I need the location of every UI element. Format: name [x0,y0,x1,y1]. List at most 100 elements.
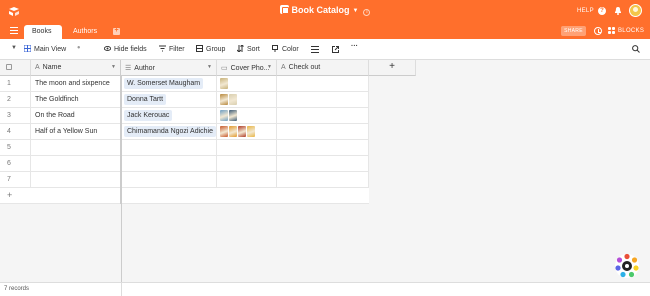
cell-check-out[interactable] [277,124,369,140]
cell-check-out[interactable] [277,156,369,172]
cell-check-out[interactable] [277,140,369,156]
cell-author[interactable]: Donna Tartt [121,92,217,108]
base-icon [279,5,289,14]
table-row[interactable]: 5 [0,140,369,156]
table-row[interactable]: 6 [0,156,369,172]
cell-check-out[interactable] [277,76,369,92]
chevron-down-icon[interactable]: ▼ [267,64,272,70]
linked-record-chip[interactable]: W. Somerset Maugham [124,78,204,89]
table-row[interactable]: 7 [0,172,369,188]
cell-cover-photo[interactable] [217,140,277,156]
column-header-check-out[interactable]: A Check out [277,60,369,76]
linked-record-chip[interactable]: Chimamanda Ngozi Adichie [124,126,216,137]
cell-cover-photo[interactable] [217,124,277,140]
row-height-icon[interactable] [311,46,319,53]
history-icon[interactable] [594,27,602,35]
table-row[interactable]: 2 The Goldfinch Donna Tartt [0,92,369,108]
column-header-author[interactable]: ☰ Author ▼ [121,60,217,76]
linked-record-chip[interactable]: Jack Kerouac [124,110,173,121]
column-header-cover-photo[interactable]: ▭ Cover Pho... ▼ [217,60,277,76]
cell-author[interactable] [121,140,217,156]
filter-button[interactable]: Filter [159,45,185,53]
add-row-button[interactable]: + [0,188,369,204]
cover-thumbnail[interactable] [229,94,237,105]
chevron-down-icon[interactable]: ▼ [353,8,359,14]
cell-name[interactable] [31,140,121,156]
cell-check-out[interactable] [277,92,369,108]
status-bar: 7 records [0,282,650,296]
cover-thumbnail[interactable] [238,126,246,137]
cell-cover-photo[interactable] [217,92,277,108]
cell-cover-photo[interactable] [217,76,277,92]
cell-name[interactable] [31,172,121,188]
row-number: 5 [0,140,31,156]
select-all-header[interactable] [0,60,31,76]
cover-thumbnail[interactable] [229,126,237,137]
bell-icon[interactable] [614,6,622,15]
table-row[interactable]: 1 The moon and sixpence W. Somerset Maugha… [0,76,369,92]
cell-name[interactable]: Half of a Yellow Sun [31,124,121,140]
cell-author[interactable]: Chimamanda Ngozi Adichie [121,124,217,140]
tab-authors[interactable]: Authors [65,25,111,39]
more-options-button[interactable]: ··· [351,43,358,50]
share-button[interactable]: SHARE [561,26,586,36]
cover-thumbnail[interactable] [220,94,228,105]
cell-name[interactable]: On the Road [31,108,121,124]
cell-cover-photo[interactable] [217,172,277,188]
group-button[interactable]: Group [196,45,225,53]
blocks-icon[interactable] [608,27,616,35]
cell-author[interactable] [121,172,217,188]
cell-author[interactable] [121,156,217,172]
cell-author[interactable]: W. Somerset Maugham [121,76,217,92]
cover-thumbnail[interactable] [220,78,228,89]
table-row[interactable]: 4 Half of a Yellow Sun Chimamanda Ngozi Ad… [0,124,369,140]
add-table-button[interactable]: + [113,27,120,35]
cell-cover-photo[interactable] [217,108,277,124]
base-title-area[interactable]: Book Catalog ▼ i [0,5,650,16]
base-title[interactable]: Book Catalog [292,5,350,15]
cell-name[interactable]: The Goldfinch [31,92,121,108]
cell-cover-photo[interactable] [217,156,277,172]
blocks-button[interactable]: BLOCKS [618,28,644,34]
hide-fields-button[interactable]: Hide fields [104,45,147,53]
avatar[interactable] [629,4,642,17]
chevron-down-icon[interactable]: ▼ [207,64,212,70]
cell-check-out[interactable] [277,108,369,124]
menu-icon[interactable] [10,27,18,34]
record-count: 7 records [4,286,30,292]
row-number: 4 [0,124,31,140]
table-row[interactable]: 3 On the Road Jack Kerouac [0,108,369,124]
cell-check-out[interactable] [277,172,369,188]
view-switcher[interactable]: Main View [24,45,66,53]
share-view-icon[interactable] [332,46,339,53]
sort-button[interactable]: Sort [237,45,260,53]
help-icon[interactable]: ? [598,7,606,15]
tab-books[interactable]: Books [24,25,62,39]
cover-thumbnail[interactable] [229,110,237,121]
search-icon[interactable] [632,45,640,53]
checkbox-icon[interactable] [6,64,12,70]
color-button[interactable]: Color [272,45,299,53]
cover-thumbnail[interactable] [220,110,228,121]
help-widget-icon[interactable] [614,253,640,279]
help-link[interactable]: HELP [577,8,594,14]
cover-thumbnail[interactable] [247,126,255,137]
views-toggle-icon[interactable]: ▼ [11,45,17,51]
cell-name[interactable]: The moon and sixpence [31,76,121,92]
primary-column-divider [121,76,122,282]
cover-thumbnail[interactable] [220,126,228,137]
view-name: Main View [34,46,67,53]
cell-author[interactable]: Jack Kerouac [121,108,217,124]
row-number: 1 [0,76,31,92]
filter-icon [159,45,166,52]
attachment-field-icon: ▭ [221,65,228,72]
sort-icon [237,45,244,52]
chevron-down-icon[interactable]: ▼ [111,64,116,70]
row-number: 6 [0,156,31,172]
people-icon[interactable]: ꔷ [77,45,80,53]
column-header-name[interactable]: A Name ▼ [31,60,121,76]
cell-name[interactable] [31,156,121,172]
add-field-button[interactable]: + [369,60,416,76]
linked-record-chip[interactable]: Donna Tartt [124,94,167,105]
info-icon[interactable]: i [363,9,371,16]
